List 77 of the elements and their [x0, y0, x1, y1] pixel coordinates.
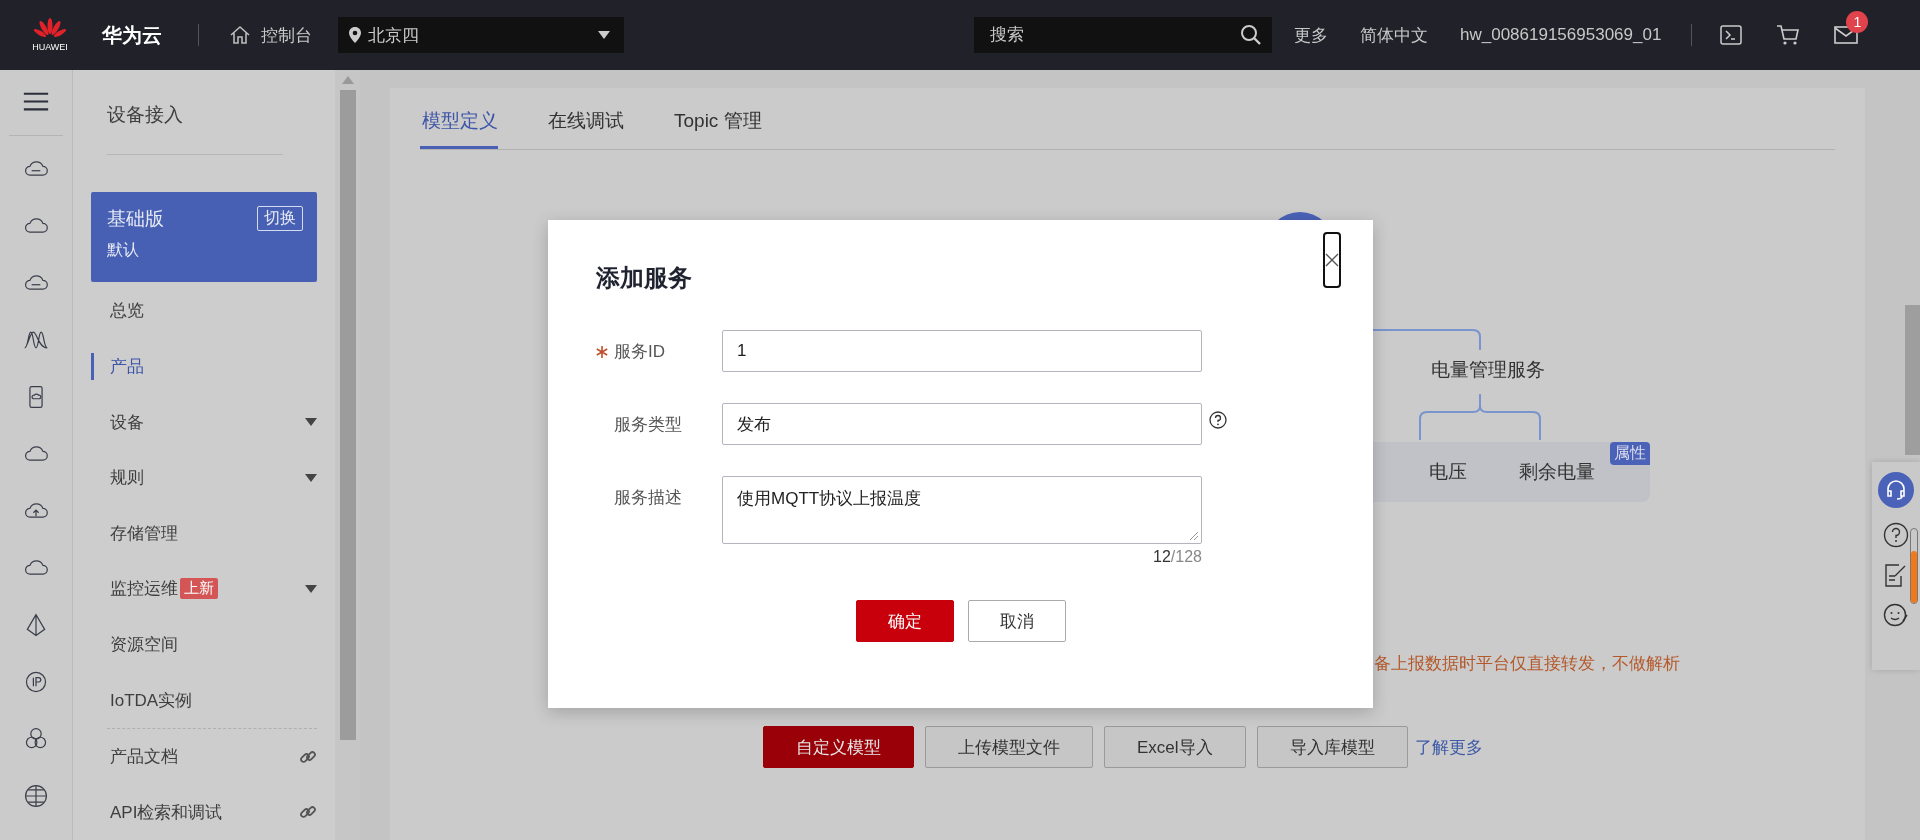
- cancel-button[interactable]: 取消: [967, 600, 1066, 642]
- nav-item[interactable]: API检索和调试: [91, 784, 317, 840]
- nav-item[interactable]: 规则: [91, 450, 317, 506]
- scrollbar-thumb[interactable]: [1905, 305, 1920, 455]
- resize-handle-icon[interactable]: [1190, 532, 1198, 540]
- nav-item[interactable]: 监控运维 上新: [91, 561, 317, 617]
- console-link[interactable]: 控制台: [229, 23, 312, 47]
- header-link[interactable]: 更多: [1294, 23, 1328, 47]
- action-button[interactable]: Excel导入: [1104, 726, 1246, 768]
- caret-icon: [305, 418, 317, 427]
- property-label: 电压: [1429, 460, 1467, 484]
- nav-item-label: 资源空间: [110, 633, 178, 656]
- menu-icon[interactable]: [22, 92, 50, 112]
- search-icon[interactable]: [1240, 24, 1262, 46]
- nav-item[interactable]: 总览: [91, 282, 317, 338]
- notice-text: 备上报数据时平台仅直接转发，不做解析: [1374, 653, 1680, 675]
- search-field[interactable]: 搜索: [974, 17, 1272, 53]
- action-button[interactable]: 上传模型文件: [925, 726, 1093, 768]
- tab[interactable]: 模型定义: [420, 108, 498, 149]
- nav-item[interactable]: 资源空间: [91, 616, 317, 673]
- tab[interactable]: Topic 管理: [672, 108, 762, 149]
- property-tag: 属性: [1610, 442, 1650, 465]
- nav-item-label: 产品文档: [110, 746, 178, 769]
- nav-item-label: 规则: [110, 467, 144, 490]
- nav-item[interactable]: 存储管理: [91, 505, 317, 562]
- learn-more-link[interactable]: 了解更多: [1414, 735, 1483, 759]
- caret-icon: [305, 473, 317, 482]
- textarea-field[interactable]: 使用MQTT协议上报温度: [722, 476, 1202, 544]
- nav-title: 设备接入: [107, 103, 184, 127]
- terminal-icon[interactable]: [1720, 25, 1743, 45]
- tab[interactable]: 在线调试: [546, 108, 624, 149]
- header-link[interactable]: hw_008619156953069_01: [1460, 25, 1662, 45]
- input-field[interactable]: 1: [722, 330, 1202, 372]
- instance-name: 默认: [107, 239, 140, 260]
- nav-item-label: 监控运维: [110, 578, 178, 601]
- nav-item-label: 总览: [110, 299, 144, 322]
- nav-item[interactable]: IoTDA实例: [91, 672, 317, 728]
- scrollbar[interactable]: [335, 70, 360, 840]
- mail-icon[interactable]: [1834, 25, 1859, 45]
- location-pin-icon: [348, 26, 362, 44]
- help-icon[interactable]: [1209, 411, 1227, 429]
- action-button[interactable]: 自定义模型: [763, 726, 914, 768]
- cart-icon[interactable]: [1776, 24, 1801, 46]
- dialog-title: 添加服务: [596, 263, 693, 293]
- input-field[interactable]: 发布: [722, 403, 1202, 445]
- nav-item-label: 设备: [110, 411, 144, 434]
- property-label: 剩余电量: [1519, 460, 1595, 484]
- headset-icon[interactable]: [1878, 472, 1914, 508]
- caret-icon: [598, 31, 610, 39]
- nav-item-label: API检索和调试: [110, 801, 223, 824]
- field-label: 服务类型: [614, 413, 682, 436]
- close-button[interactable]: [1323, 232, 1341, 288]
- help-icon[interactable]: [1883, 522, 1909, 548]
- caret-icon: [305, 584, 317, 593]
- new-badge: 上新: [180, 578, 218, 600]
- character-counter: 12/128: [1153, 548, 1202, 566]
- home-icon: [229, 24, 251, 46]
- header-link[interactable]: 简体中文: [1360, 23, 1428, 47]
- close-icon: [1325, 253, 1339, 267]
- nav-item[interactable]: 产品文档: [91, 728, 317, 785]
- switch-button[interactable]: 切换: [257, 206, 303, 232]
- region-select[interactable]: 北京四: [338, 17, 624, 53]
- edition-name: 基础版: [107, 206, 164, 231]
- service-label: 电量管理服务: [1431, 358, 1545, 382]
- field-label: 服务描述: [614, 486, 682, 509]
- field-label: 服务ID: [614, 340, 665, 363]
- nav-item-label: 产品: [110, 355, 144, 378]
- notification-badge: 1: [1846, 11, 1869, 33]
- brand-name[interactable]: 华为云: [102, 21, 162, 49]
- nav-item-label: 存储管理: [110, 522, 178, 545]
- confirm-button[interactable]: 确定: [855, 600, 954, 642]
- nav-item[interactable]: 设备: [91, 394, 317, 450]
- smile-icon[interactable]: [1883, 602, 1909, 628]
- action-button[interactable]: 导入库模型: [1256, 726, 1408, 768]
- nav-item-label: IoTDA实例: [110, 689, 193, 712]
- logo-text: HUAWEI: [32, 41, 68, 53]
- nav-item[interactable]: 产品: [91, 352, 317, 380]
